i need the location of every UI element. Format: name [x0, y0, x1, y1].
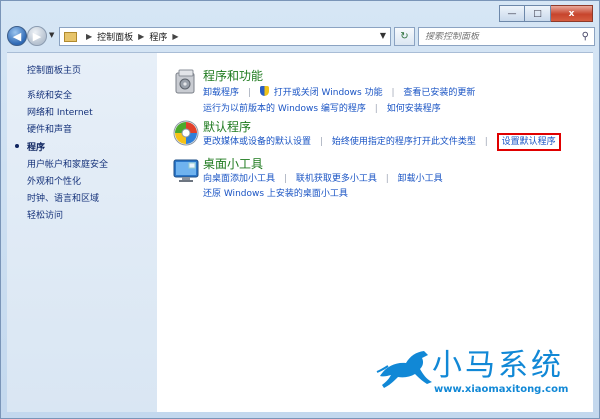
forward-button[interactable]: ▶: [27, 26, 47, 46]
search-icon[interactable]: ⚲: [582, 31, 589, 42]
set-default-programs-link[interactable]: 设置默认程序: [496, 133, 561, 151]
programs-features-icon[interactable]: [171, 67, 201, 97]
category-title[interactable]: 程序和功能: [203, 67, 263, 84]
uninstall-gadget-link[interactable]: 卸载小工具: [398, 174, 443, 184]
search-input[interactable]: [425, 31, 575, 42]
default-programs-icon[interactable]: [171, 118, 201, 148]
sidebar-item-programs[interactable]: 程序: [27, 140, 45, 153]
category-title[interactable]: 桌面小工具: [203, 155, 263, 172]
sidebar-item-hardware-sound[interactable]: 硬件和声音: [27, 122, 72, 135]
control-panel-window: — □ x ◀ ▶ ▼ ▶ 控制面板 ▶ 程序 ▶ ▼ ↻ ⚲ 控制面板主页 系…: [0, 0, 600, 419]
sidebar-item-control-panel-home[interactable]: 控制面板主页: [27, 63, 81, 76]
add-gadgets-link[interactable]: 向桌面添加小工具: [203, 174, 275, 184]
horse-logo-icon: [376, 351, 432, 388]
restore-gadgets-link[interactable]: 还原 Windows 上安装的桌面小工具: [203, 189, 348, 199]
how-to-install-link[interactable]: 如何安装程序: [387, 104, 441, 114]
get-more-gadgets-link[interactable]: 联机获取更多小工具: [296, 174, 377, 184]
recent-pages-chevron-icon[interactable]: ▼: [49, 31, 54, 39]
maximize-button[interactable]: □: [525, 5, 551, 22]
watermark: 小马系统 www.xiaomaxitong.com: [376, 340, 581, 402]
breadcrumb-separator-icon[interactable]: ▶: [172, 32, 178, 41]
minimize-button[interactable]: —: [499, 5, 525, 22]
windows-features-link[interactable]: 打开或关闭 Windows 功能: [274, 88, 383, 98]
sidebar-item-ease-of-access[interactable]: 轻松访问: [27, 208, 63, 221]
close-button[interactable]: x: [551, 5, 593, 22]
category-title[interactable]: 默认程序: [203, 118, 251, 135]
address-bar[interactable]: ▶ 控制面板 ▶ 程序 ▶ ▼: [59, 27, 391, 46]
main-content: 程序和功能 卸载程序 | 打开或关闭 Windows 功能 | 查看已安装的更新…: [157, 52, 593, 412]
sidebar-item-system-security[interactable]: 系统和安全: [27, 88, 72, 101]
watermark-url: www.xiaomaxitong.com: [434, 384, 569, 395]
search-box[interactable]: ⚲: [418, 27, 595, 46]
breadcrumb-control-panel[interactable]: 控制面板: [97, 30, 133, 43]
uninstall-program-link[interactable]: 卸载程序: [203, 88, 239, 98]
refresh-button[interactable]: ↻: [394, 27, 415, 46]
address-dropdown-chevron-icon[interactable]: ▼: [380, 31, 386, 40]
breadcrumb-separator-icon[interactable]: ▶: [86, 32, 92, 41]
view-updates-link[interactable]: 查看已安装的更新: [403, 88, 475, 98]
sidebar-item-user-accounts[interactable]: 用户帐户和家庭安全: [27, 157, 108, 170]
sidebar: 控制面板主页 系统和安全 网络和 Internet 硬件和声音 程序 用户帐户和…: [7, 52, 157, 412]
watermark-title: 小马系统: [432, 348, 564, 383]
refresh-icon: ↻: [400, 31, 409, 42]
desktop-gadgets-icon[interactable]: [171, 155, 201, 185]
navigation-bar: ◀ ▶ ▼ ▶ 控制面板 ▶ 程序 ▶ ▼ ↻ ⚲: [7, 26, 595, 48]
current-item-bullet-icon: [15, 144, 19, 148]
breadcrumb-programs[interactable]: 程序: [149, 30, 167, 43]
back-button[interactable]: ◀: [7, 26, 27, 46]
breadcrumb-separator-icon[interactable]: ▶: [138, 32, 144, 41]
file-association-link[interactable]: 始终使用指定的程序打开此文件类型: [332, 137, 476, 147]
autoplay-defaults-link[interactable]: 更改媒体或设备的默认设置: [203, 137, 311, 147]
sidebar-item-appearance[interactable]: 外观和个性化: [27, 174, 81, 187]
sidebar-item-network-internet[interactable]: 网络和 Internet: [27, 105, 93, 118]
uac-shield-icon: [259, 86, 269, 96]
compatibility-link[interactable]: 运行为以前版本的 Windows 编写的程序: [203, 104, 366, 114]
control-panel-folder-icon: [64, 31, 77, 42]
caption-buttons: — □ x: [499, 5, 593, 22]
sidebar-item-clock-language[interactable]: 时钟、语言和区域: [27, 191, 99, 204]
